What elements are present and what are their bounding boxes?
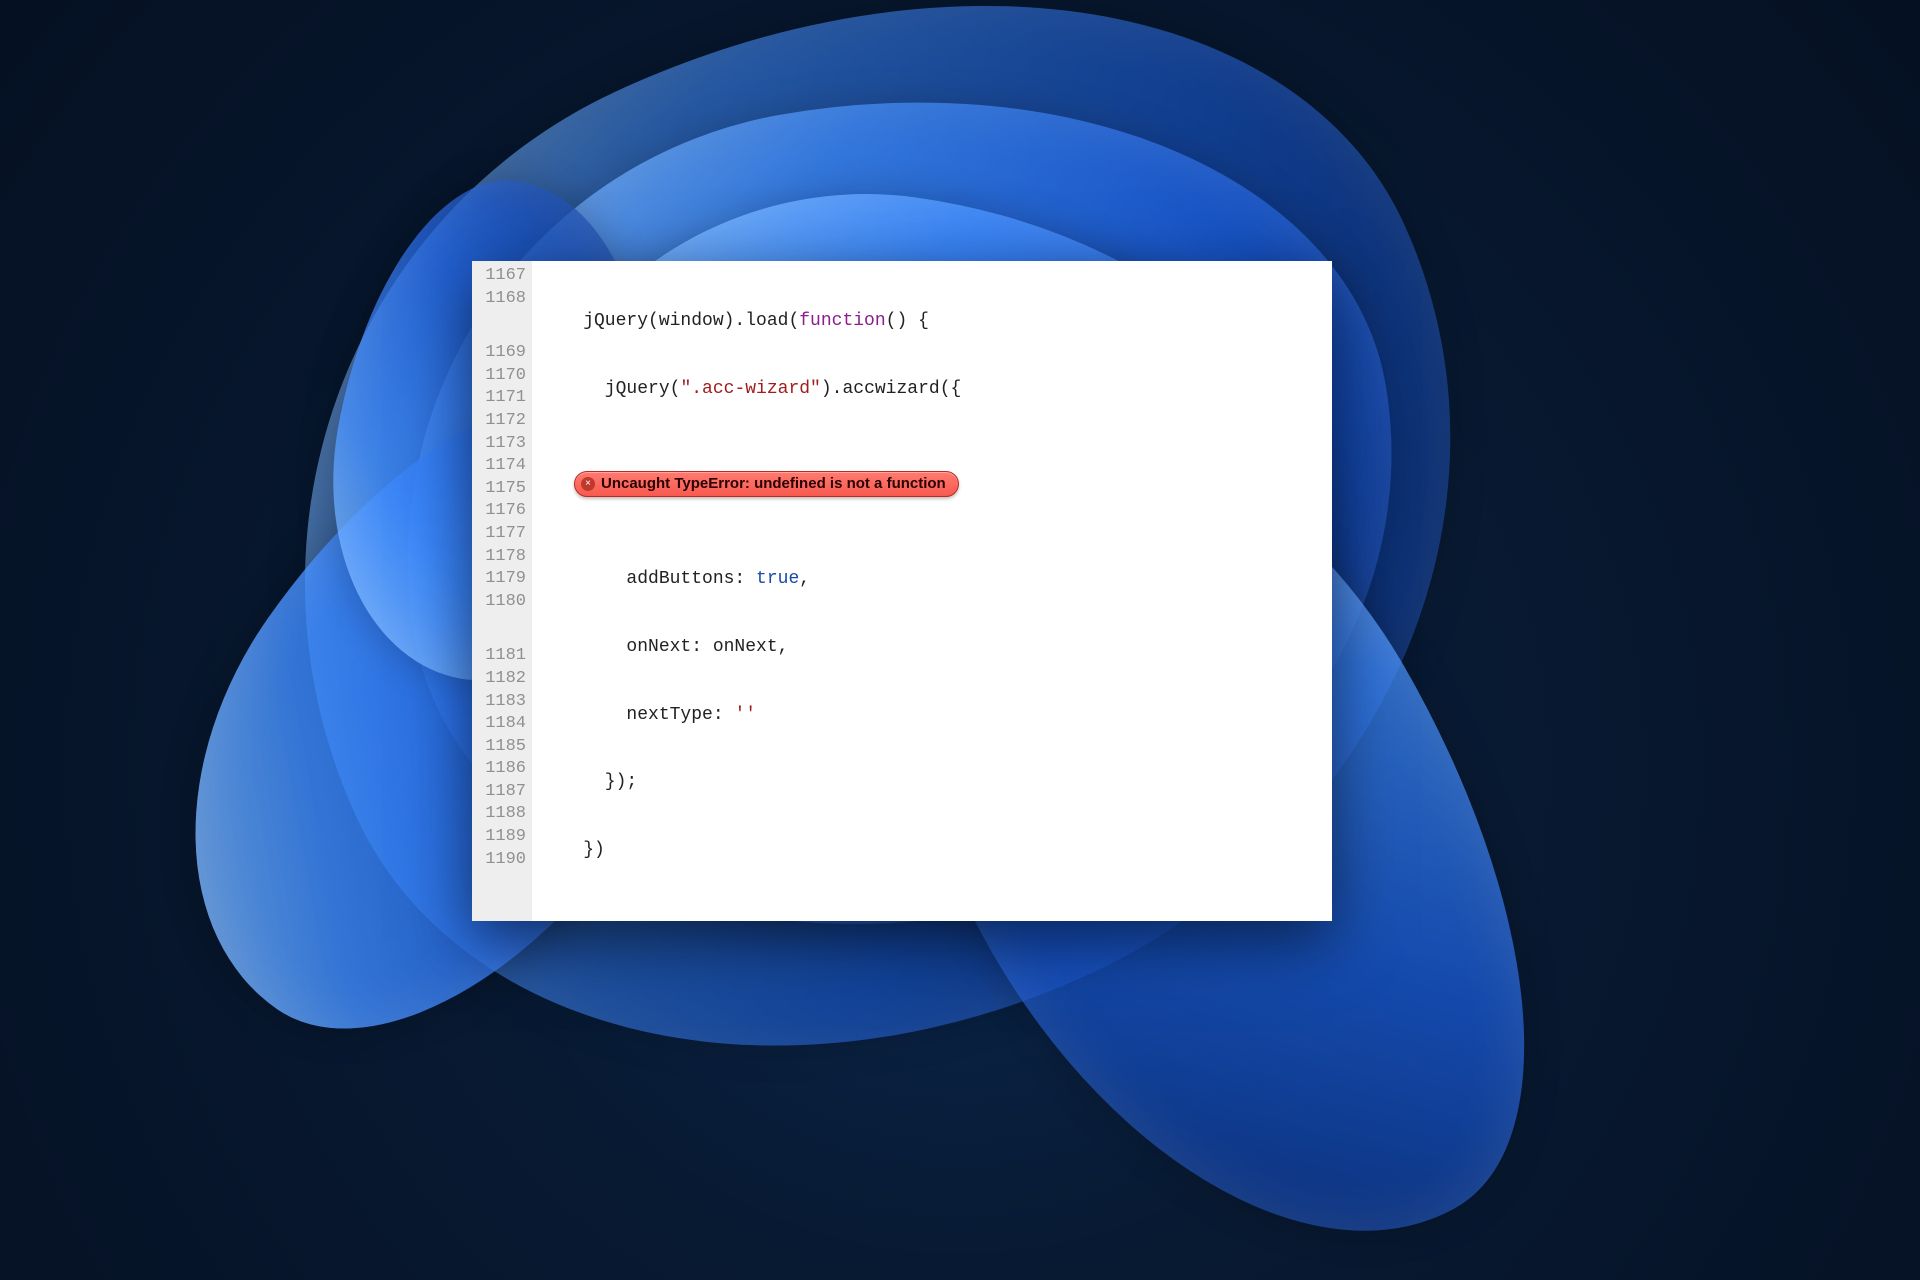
code-line[interactable]: nextType: '' [540,704,1332,727]
code-line[interactable]: addButtons: true, [540,568,1332,591]
line-number: 1179 [476,568,526,591]
line-number: 1175 [476,478,526,501]
line-number: 1176 [476,500,526,523]
desktop-wallpaper: 1167 1168 1169 1170 1171 1172 1173 1174 … [0,0,1920,1280]
line-number: 1187 [476,781,526,804]
line-number: 1183 [476,691,526,714]
error-message: Uncaught TypeError: undefined is not a f… [601,473,946,496]
line-number: 1172 [476,410,526,433]
line-number: 1170 [476,365,526,388]
line-number: 1181 [476,645,526,668]
line-number: 1178 [476,546,526,569]
line-number: 1167 [476,265,526,288]
code-content[interactable]: jQuery(window).load(function() { jQuery(… [532,261,1332,921]
line-number: 1171 [476,387,526,410]
code-line[interactable]: onNext: onNext, [540,636,1332,659]
line-number: 1189 [476,826,526,849]
line-number: 1174 [476,455,526,478]
line-number: 1173 [476,433,526,456]
inline-error[interactable]: × Uncaught TypeError: undefined is not a… [540,468,1332,500]
line-number: 1177 [476,523,526,546]
line-number: 1169 [476,342,526,365]
line-number: 1182 [476,668,526,691]
code-line[interactable]: }); [540,771,1332,794]
line-number: 1168 [476,288,526,311]
line-number: 1185 [476,736,526,759]
code-line[interactable]: }) [540,839,1332,862]
line-number-gutter: 1167 1168 1169 1170 1171 1172 1173 1174 … [472,261,532,921]
code-line[interactable] [540,907,1332,921]
line-number: 1186 [476,758,526,781]
line-number: 1190 [476,849,526,872]
error-close-icon[interactable]: × [581,477,595,491]
line-number: 1180 [476,591,526,614]
line-number: 1188 [476,803,526,826]
code-line[interactable]: jQuery(window).load(function() { [540,310,1332,333]
line-number: 1184 [476,713,526,736]
code-editor-window[interactable]: 1167 1168 1169 1170 1171 1172 1173 1174 … [472,261,1332,921]
code-area[interactable]: 1167 1168 1169 1170 1171 1172 1173 1174 … [472,261,1332,921]
error-badge[interactable]: × Uncaught TypeError: undefined is not a… [574,471,959,497]
code-line[interactable]: jQuery(".acc-wizard").accwizard({ [540,378,1332,401]
